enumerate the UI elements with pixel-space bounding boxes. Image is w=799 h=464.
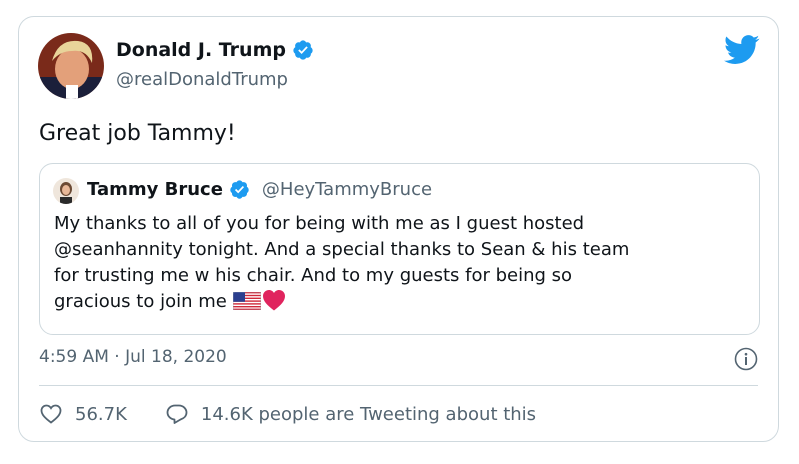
- verified-icon: [293, 40, 313, 60]
- quoted-text-line: My thanks to all of you for being with m…: [54, 213, 585, 234]
- tweet-actions: 56.7K 14.6K people are Tweeting about th…: [39, 402, 536, 426]
- tweet-text: Great job Tammy!: [39, 121, 236, 146]
- author-avatar[interactable]: [38, 33, 104, 99]
- quoted-tweet-text: My thanks to all of you for being with m…: [54, 211, 744, 315]
- reply-action[interactable]: 14.6K people are Tweeting about this: [165, 402, 536, 426]
- tweet-card: Donald J. Trump @realDonaldTrump Great j…: [18, 16, 779, 442]
- quoted-author-row: Tammy Bruce @HeyTammyBruce: [87, 179, 432, 200]
- divider: [39, 385, 758, 386]
- verified-icon: [230, 180, 249, 199]
- us-flag-emoji: [232, 292, 261, 310]
- twitter-bird-icon[interactable]: [724, 35, 760, 65]
- quoted-text-line: @seanhannity tonight. And a special than…: [54, 237, 744, 263]
- quoted-author-name[interactable]: Tammy Bruce: [87, 179, 223, 200]
- heart-icon[interactable]: [39, 402, 63, 426]
- tweeting-about-label: 14.6K people are Tweeting about this: [200, 403, 537, 425]
- like-count: 56.7K: [75, 403, 127, 425]
- like-action[interactable]: 56.7K: [39, 402, 127, 426]
- author-name[interactable]: Donald J. Trump: [116, 39, 286, 61]
- quoted-text-line: for trusting me w his chair. And to my g…: [54, 265, 573, 286]
- mention-link: @seanhannity tonight. And a special than…: [54, 239, 630, 260]
- reply-icon[interactable]: [165, 402, 189, 426]
- author-handle[interactable]: @realDonaldTrump: [116, 69, 288, 90]
- red-heart-emoji: [262, 290, 285, 311]
- quoted-author-avatar[interactable]: [53, 178, 79, 204]
- quoted-tweet[interactable]: Tammy Bruce @HeyTammyBruce My thanks to …: [39, 163, 760, 335]
- info-icon[interactable]: [734, 347, 758, 371]
- quoted-text-line: gracious to join me: [54, 289, 744, 315]
- quoted-author-handle[interactable]: @HeyTammyBruce: [262, 179, 432, 200]
- tweet-timestamp[interactable]: 4:59 AM · Jul 18, 2020: [39, 347, 227, 367]
- quoted-text-last-line: gracious to join me: [54, 291, 227, 312]
- author-name-row: Donald J. Trump: [116, 39, 314, 61]
